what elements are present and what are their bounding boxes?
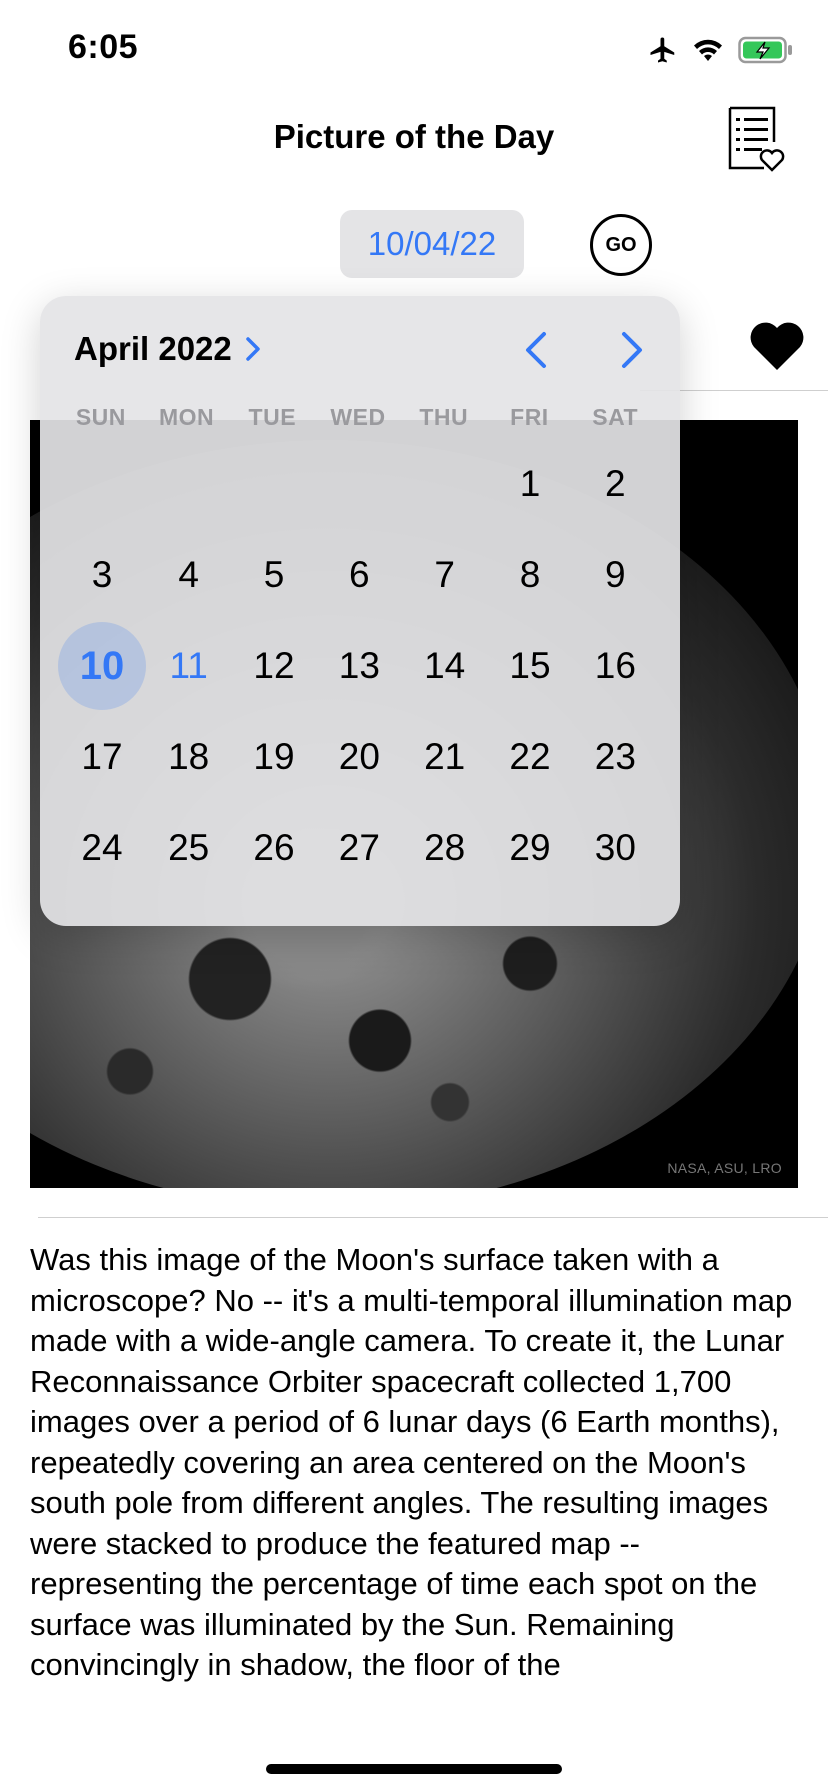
day-number: 22 [509, 735, 551, 777]
day-number: 5 [263, 553, 285, 595]
status-bar: 6:05 [0, 0, 828, 100]
empty-day-cell [317, 438, 402, 529]
day-9[interactable]: 9 [573, 529, 658, 620]
day-number: 8 [519, 553, 541, 595]
day-3[interactable]: 3 [58, 529, 146, 620]
weekday-label: TUE [248, 404, 297, 430]
day-5[interactable]: 5 [231, 529, 316, 620]
day-12[interactable]: 12 [231, 620, 316, 711]
status-icons [648, 32, 794, 68]
day-19[interactable]: 19 [231, 711, 316, 802]
day-29[interactable]: 29 [487, 802, 572, 893]
weekday-label: SAT [592, 404, 639, 430]
day-number: 10 [58, 621, 146, 710]
weekday-label: SUN [75, 404, 126, 430]
go-button[interactable]: GO [590, 214, 652, 276]
day-2[interactable]: 2 [573, 438, 658, 529]
weekday-label: MON [158, 404, 215, 430]
day-number: 18 [168, 735, 210, 777]
day-number: 12 [253, 644, 295, 686]
day-number: 11 [169, 644, 208, 686]
day-number: 2 [605, 462, 626, 504]
divider [38, 1217, 828, 1218]
day-8[interactable]: 8 [487, 529, 572, 620]
empty-day-cell [146, 438, 231, 529]
day-28[interactable]: 28 [402, 802, 487, 893]
day-18[interactable]: 18 [146, 711, 231, 802]
day-number: 4 [178, 553, 199, 595]
empty-day-cell [231, 438, 316, 529]
heart-filled-icon [750, 322, 804, 370]
day-number: 16 [594, 644, 636, 686]
day-16[interactable]: 16 [573, 620, 658, 711]
day-number: 24 [81, 826, 123, 868]
day-number: 9 [605, 553, 626, 595]
day-number: 25 [168, 826, 210, 868]
day-number: 21 [424, 735, 466, 777]
day-number: 28 [424, 826, 466, 868]
explanation-text: Was this image of the Moon's surface tak… [30, 1242, 793, 1682]
day-number: 7 [434, 553, 455, 595]
day-number: 26 [253, 826, 295, 868]
chevron-right-icon [246, 337, 260, 361]
home-indicator[interactable] [266, 1764, 562, 1774]
calendar-popover: April 2022 SUN MON TUE WED THU FRI SAT 1234567… [40, 296, 680, 926]
day-number: 13 [338, 644, 380, 686]
weekday-label: WED [330, 404, 386, 430]
day-grid: 1 2 3 4 5 6 7 8 9 10 11 12 13 14 15 16 17 18 19 20 21 22 23 24 2… [58, 438, 658, 893]
day-number: 23 [594, 735, 636, 777]
day-number: 20 [338, 735, 380, 777]
wifi-icon [694, 39, 722, 61]
favorite-button[interactable] [748, 320, 806, 372]
status-time: 6:05 [68, 28, 139, 66]
weekday-label: THU [419, 404, 469, 430]
image-credit: NASA, ASU, LRO [667, 1160, 782, 1176]
date-picker-field[interactable]: 10/04/22 [340, 210, 524, 278]
day-23[interactable]: 23 [573, 711, 658, 802]
day-26[interactable]: 26 [231, 802, 316, 893]
day-number: 15 [509, 644, 551, 686]
day-25[interactable]: 25 [146, 802, 231, 893]
day-20[interactable]: 20 [317, 711, 402, 802]
empty-day-cell [402, 438, 487, 529]
previous-month-button[interactable] [520, 330, 554, 370]
day-number: 14 [424, 644, 466, 686]
day-13[interactable]: 13 [317, 620, 402, 711]
day-6[interactable]: 6 [317, 529, 402, 620]
day-30[interactable]: 30 [573, 802, 658, 893]
day-7[interactable]: 7 [402, 529, 487, 620]
day-number: 3 [91, 553, 113, 595]
day-number: 27 [338, 826, 380, 868]
day-number: 6 [349, 553, 370, 595]
day-22[interactable]: 22 [487, 711, 572, 802]
day-number: 17 [81, 735, 123, 777]
chevron-left-icon [526, 332, 546, 368]
weekday-label: FRI [510, 404, 549, 430]
day-17[interactable]: 17 [58, 711, 146, 802]
day-27[interactable]: 27 [317, 802, 402, 893]
next-month-button[interactable] [614, 330, 648, 370]
month-year-selector[interactable]: April 2022 [74, 330, 260, 368]
empty-day-cell [58, 438, 146, 529]
list-heart-icon [728, 106, 785, 172]
day-11[interactable]: 11 [146, 620, 231, 711]
day-number: 29 [509, 826, 551, 868]
day-21[interactable]: 21 [402, 711, 487, 802]
day-14[interactable]: 14 [402, 620, 487, 711]
weekday-header: SUN MON TUE WED THU FRI SAT [58, 404, 658, 431]
day-number: 19 [253, 735, 295, 777]
chevron-right-icon [622, 332, 642, 368]
day-number: 30 [594, 826, 636, 868]
day-number: 1 [519, 462, 541, 504]
day-10[interactable]: 10 [58, 620, 146, 711]
favorites-list-button[interactable] [726, 106, 788, 172]
page-title: Picture of the Day [273, 118, 555, 155]
day-24[interactable]: 24 [58, 802, 146, 893]
battery-charging-icon [738, 36, 792, 64]
month-label: April 2022 [74, 330, 232, 367]
day-15[interactable]: 15 [487, 620, 572, 711]
day-4[interactable]: 4 [146, 529, 231, 620]
airplane-mode-icon [650, 37, 675, 63]
day-1[interactable]: 1 [487, 438, 572, 529]
